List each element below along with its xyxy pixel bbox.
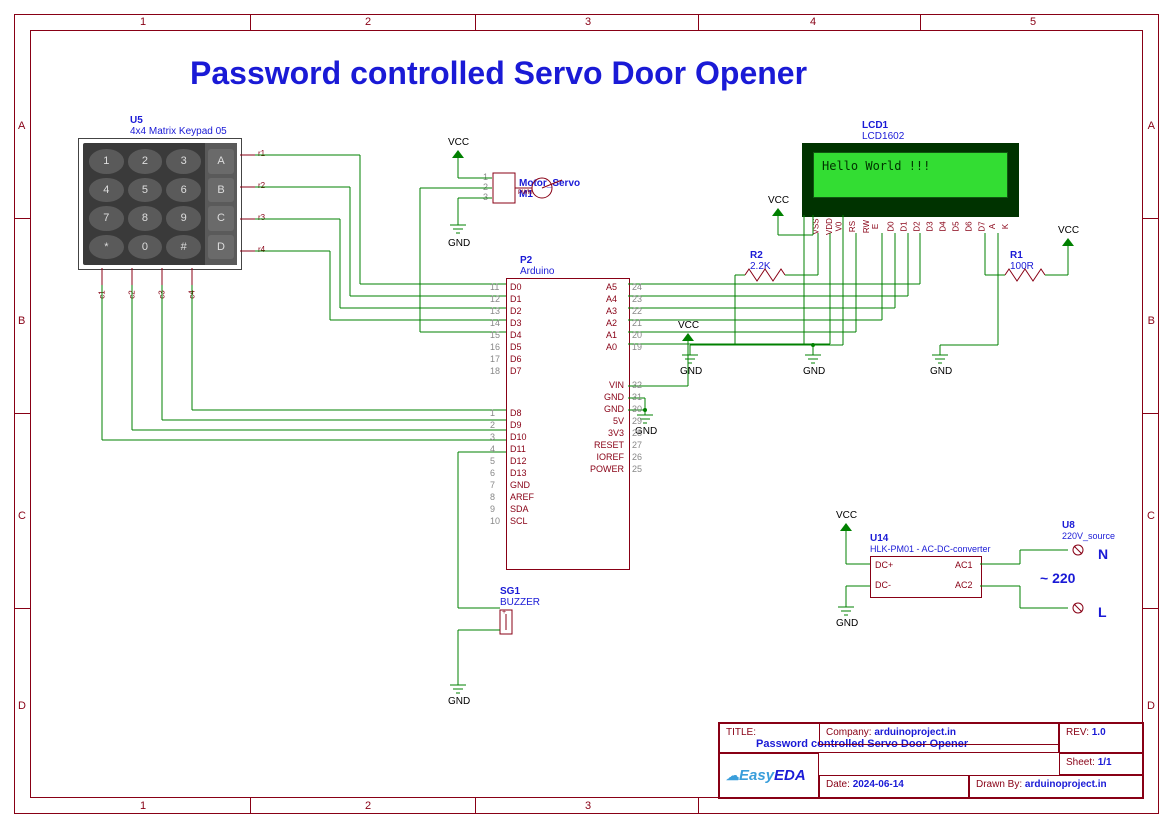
gnd-6: GND: [836, 618, 858, 629]
schematic-sheet: 1 2 3 4 5 1 2 3 A B C D A B C D Password…: [0, 0, 1173, 828]
tb-title-hdr: TITLE:: [726, 727, 756, 738]
tb-drawn-hdr: Drawn By:: [976, 779, 1022, 790]
arduino-name: Arduino: [520, 266, 554, 277]
tb-company: arduinoproject.in: [874, 727, 956, 738]
buzzer-name: BUZZER: [500, 597, 540, 608]
arduino-ref: P2: [520, 255, 532, 266]
vcc-4: VCC: [836, 510, 857, 521]
kp-r4-label: r4: [258, 245, 265, 254]
key-a: A: [208, 149, 234, 174]
servo-pin3: 3: [483, 192, 488, 202]
key-b: B: [208, 178, 234, 203]
key-8: 8: [128, 206, 163, 231]
svg-text:PWM: PWM: [518, 190, 533, 196]
tb-company-hdr: Company:: [826, 727, 872, 738]
kp-c1-label: c1: [98, 290, 107, 298]
servo-symbol: PWM: [492, 172, 582, 212]
conv-dcn: DC-: [875, 580, 891, 590]
key-star: *: [89, 235, 124, 260]
key-4: 4: [89, 178, 124, 203]
keypad-grid: 1 2 3 4 5 6 7 8 9 * 0 #: [83, 143, 207, 265]
kp-r2-label: r2: [258, 181, 265, 190]
gnd-3: GND: [930, 366, 952, 377]
r2-ref: R2: [750, 250, 763, 261]
conv-ac1: AC1: [955, 560, 973, 570]
servo-pin1: 1: [483, 172, 488, 182]
conv-name: HLK-PM01 - AC-DC-converter: [870, 544, 991, 554]
lcd-body: Hello World !!!: [802, 143, 1019, 217]
servo-vcc-label: VCC: [448, 137, 469, 148]
kp-c2-label: c2: [128, 290, 137, 298]
src-l: L: [1098, 604, 1107, 620]
vcc-2: VCC: [1058, 225, 1079, 236]
svg-text:+: +: [502, 609, 506, 616]
keypad-ref: U5: [130, 115, 143, 126]
key-d: D: [208, 235, 234, 260]
r1-ref: R1: [1010, 250, 1023, 261]
key-3: 3: [166, 149, 201, 174]
easyeda-logo: ☁EasyEDA: [726, 764, 806, 785]
tb-sheet-hdr: Sheet:: [1066, 757, 1095, 768]
key-0: 0: [128, 235, 163, 260]
tb-rev-hdr: REV:: [1066, 727, 1089, 738]
vcc-3: VCC: [678, 320, 699, 331]
gnd-2: GND: [803, 366, 825, 377]
key-6: 6: [166, 178, 201, 203]
tb-date: 2024-06-14: [853, 779, 904, 790]
servo-gnd-label: GND: [448, 238, 470, 249]
key-hash: #: [166, 235, 201, 260]
src-ref: U8: [1062, 520, 1075, 531]
source-terminals: [1068, 540, 1088, 620]
key-5: 5: [128, 178, 163, 203]
servo-pin2: 2: [483, 182, 488, 192]
lcd-pins: VSS VDD V0 RS RW E D0 D1 D2 D3 D4 D5 D6 …: [808, 222, 1013, 234]
key-9: 9: [166, 206, 201, 231]
lcd-screen: Hello World !!!: [813, 152, 1008, 198]
buzzer-symbol: +: [498, 608, 518, 638]
tb-drawn: arduinoproject.in: [1025, 779, 1107, 790]
kp-c4-label: c4: [188, 290, 197, 298]
tb-sheet: 1/1: [1098, 757, 1112, 768]
key-1: 1: [89, 149, 124, 174]
conv-ac2: AC2: [955, 580, 973, 590]
gnd-1: GND: [680, 366, 702, 377]
buzzer-ref: SG1: [500, 586, 520, 597]
keypad-name: 4x4 Matrix Keypad 05: [130, 126, 227, 137]
key-7: 7: [89, 206, 124, 231]
src-n: N: [1098, 546, 1108, 562]
lcd-ref: LCD1: [862, 120, 888, 131]
page-title: Password controlled Servo Door Opener: [190, 55, 807, 92]
tb-rev: 1.0: [1092, 727, 1106, 738]
keypad-side: A B C D: [205, 143, 237, 265]
gnd-5: GND: [448, 696, 470, 707]
r1-val: 100R: [1010, 261, 1034, 272]
conv-dcp: DC+: [875, 560, 893, 570]
title-block: TITLE: Password controlled Servo Door Op…: [718, 722, 1144, 799]
kp-c3-label: c3: [158, 290, 167, 298]
lcd-name: LCD1602: [862, 131, 904, 142]
keypad: 1 2 3 4 5 6 7 8 9 * 0 # A B C D: [78, 138, 242, 270]
tb-date-hdr: Date:: [826, 779, 850, 790]
kp-r3-label: r3: [258, 213, 265, 222]
key-2: 2: [128, 149, 163, 174]
r2-val: 2.2K: [750, 261, 771, 272]
conv-ref: U14: [870, 533, 888, 544]
kp-r1-label: r1: [258, 149, 265, 158]
key-c: C: [208, 206, 234, 231]
vcc-1: VCC: [768, 195, 789, 206]
